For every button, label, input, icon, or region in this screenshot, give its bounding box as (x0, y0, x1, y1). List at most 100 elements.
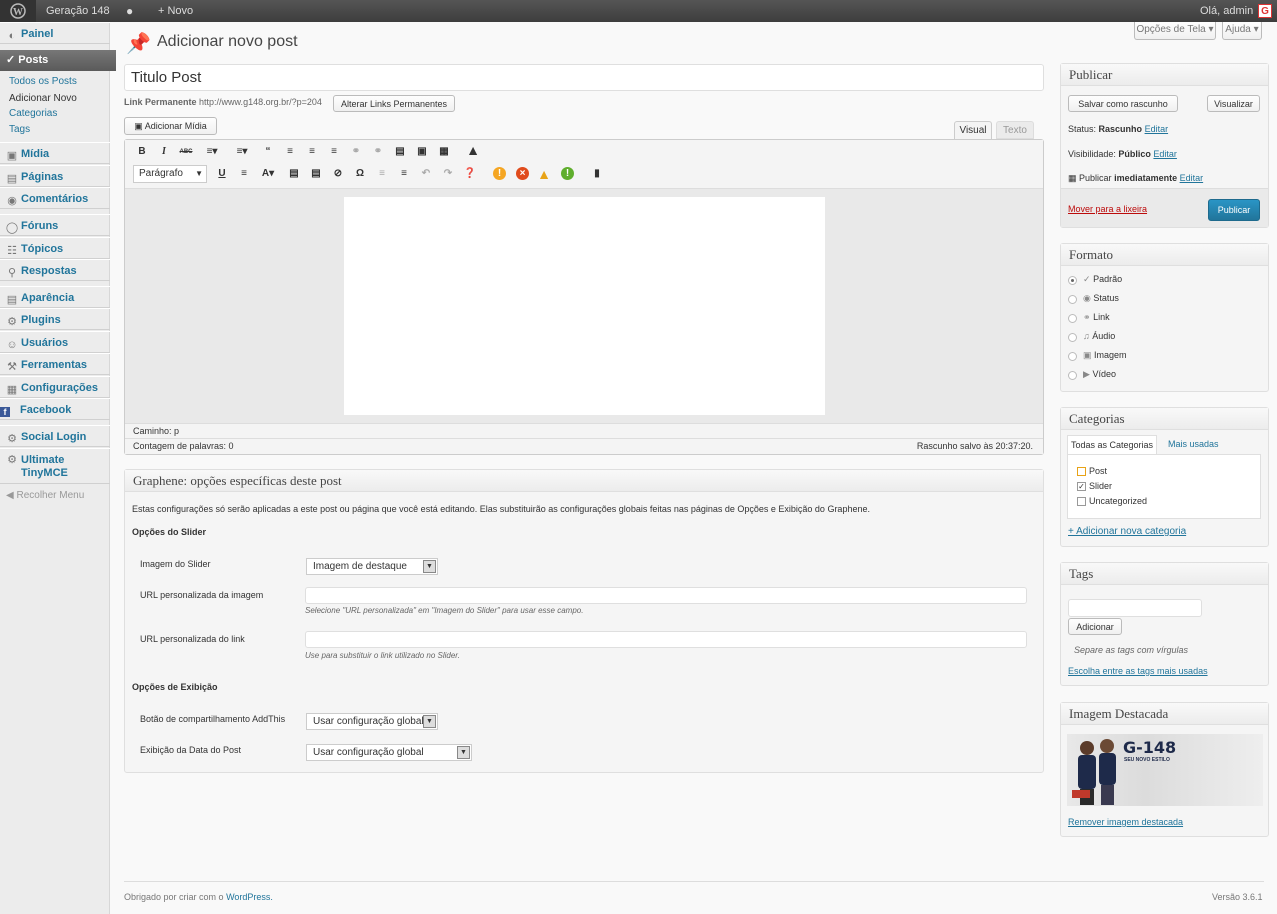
format-radio-image[interactable] (1068, 352, 1077, 361)
error-icon[interactable]: × (516, 167, 529, 180)
slider-image-select[interactable]: Imagem de destaque ▼ (306, 558, 438, 575)
redo-icon[interactable]: ↷ (441, 167, 455, 181)
add-category-link[interactable]: + Adicionar nova categoria (1068, 526, 1186, 537)
menu-ferramentas[interactable]: ⚒ Ferramentas (0, 353, 110, 375)
paste-word-icon[interactable]: ▤ (309, 167, 323, 181)
screen-options-button[interactable]: Opções de Tela ▾ (1134, 22, 1216, 40)
menu-social-login[interactable]: ⚙ Social Login (0, 425, 110, 447)
publish-button[interactable]: Publicar (1208, 199, 1260, 221)
menu-aparencia[interactable]: ▤ Aparência (0, 286, 110, 308)
format-radio-status[interactable] (1068, 295, 1077, 304)
justify-icon[interactable]: ≡ (237, 167, 251, 181)
text-color-icon[interactable]: A▾ (257, 167, 279, 181)
fullscreen-icon[interactable]: ▣ (415, 145, 429, 159)
bold-icon[interactable]: B (135, 145, 149, 159)
indent-icon[interactable]: ≡ (397, 167, 411, 181)
paste-text-icon[interactable]: ▤ (287, 167, 301, 181)
undo-icon[interactable]: ↶ (419, 167, 433, 181)
trash-link[interactable]: Mover para a lixeira (1068, 204, 1147, 214)
toolbar-toggle-icon[interactable]: ▦ (437, 145, 451, 159)
help-button[interactable]: Ajuda ▾ (1222, 22, 1262, 40)
date-display-select[interactable]: Usar configuração global ▼ (306, 744, 472, 761)
save-draft-button[interactable]: Salvar como rascunho (1068, 95, 1178, 112)
editor-content-area[interactable] (344, 197, 825, 415)
featured-image[interactable]: G-148 SEU NOVO ESTILO (1067, 734, 1263, 806)
post-title-input[interactable]: Titulo Post (124, 64, 1044, 91)
wordpress-logo-icon[interactable]: W (0, 0, 36, 22)
outdent-icon[interactable]: ≡ (375, 167, 389, 181)
add-media-button[interactable]: ▣ Adicionar Mídia (124, 117, 217, 135)
bullet-list-icon[interactable]: ≡▾ (201, 145, 223, 159)
submenu-add-new[interactable]: Adicionar Novo (9, 93, 77, 104)
submenu-tags[interactable]: Tags (9, 124, 30, 135)
remove-featured-image-link[interactable]: Remover imagem destacada (1068, 817, 1183, 827)
url-link-input[interactable] (305, 631, 1027, 648)
preview-button[interactable]: Visualizar (1207, 95, 1260, 112)
menu-configuracoes[interactable]: ▦ Configurações (0, 376, 110, 398)
help-icon[interactable]: ❓ (463, 167, 477, 181)
link-icon[interactable]: ⚭ (349, 145, 363, 159)
submenu-categories[interactable]: Categorias (9, 108, 57, 119)
tab-popular-categories[interactable]: Mais usadas (1168, 439, 1219, 449)
tags-input[interactable] (1068, 599, 1202, 617)
numbered-list-icon[interactable]: ≡▾ (231, 145, 253, 159)
menu-topicos[interactable]: ☷ Tópicos (0, 237, 110, 259)
format-radio-video[interactable] (1068, 371, 1077, 380)
notice-icon[interactable]: ! (493, 167, 506, 180)
menu-usuarios[interactable]: ☺ Usuários (0, 331, 110, 353)
categories-title[interactable]: Categorias (1061, 408, 1268, 430)
url-image-input[interactable] (305, 587, 1027, 604)
new-content-menu[interactable]: + Novo (158, 0, 193, 22)
more-tag-icon[interactable]: ▤ (393, 145, 407, 159)
edit-visibility-link[interactable]: Editar (1153, 149, 1177, 159)
format-title[interactable]: Formato (1061, 244, 1268, 266)
italic-icon[interactable]: I (157, 145, 171, 159)
format-radio-standard[interactable] (1068, 276, 1077, 285)
menu-paginas[interactable]: ▤ Páginas (0, 165, 110, 187)
menu-respostas[interactable]: ⚲ Respostas (0, 259, 110, 281)
tab-all-categories[interactable]: Todas as Categorias (1067, 435, 1158, 455)
clear-format-icon[interactable]: ⊘ (331, 167, 345, 181)
submenu-all-posts[interactable]: Todos os Posts (9, 76, 77, 87)
spy-icon[interactable]: ▲ (466, 143, 480, 157)
add-tag-button[interactable]: Adicionar (1068, 618, 1122, 635)
align-right-icon[interactable]: ≡ (327, 145, 341, 159)
strikethrough-icon[interactable]: ABC (179, 145, 193, 159)
wordpress-link[interactable]: WordPress. (226, 892, 273, 902)
menu-comentarios[interactable]: ◉ Comentários (0, 187, 110, 209)
format-select[interactable]: Parágrafo ▼ (133, 165, 207, 183)
special-char-icon[interactable]: Ω (353, 167, 367, 181)
comments-icon[interactable]: ● (126, 0, 133, 22)
tags-title[interactable]: Tags (1061, 563, 1268, 585)
menu-midia[interactable]: ▣ Mídia (0, 142, 110, 164)
site-name-link[interactable]: Geração 148 (46, 0, 110, 22)
category-checkbox-post[interactable] (1077, 467, 1086, 476)
align-left-icon[interactable]: ≡ (283, 145, 297, 159)
avatar[interactable]: G (1258, 4, 1272, 18)
menu-painel[interactable]: ◐ Painel (0, 22, 110, 44)
blockquote-icon[interactable]: “ (261, 145, 275, 159)
addthis-select[interactable]: Usar configuração global ▼ (306, 713, 438, 730)
change-permalinks-button[interactable]: Alterar Links Permanentes (333, 95, 455, 112)
format-radio-audio[interactable] (1068, 333, 1077, 342)
format-radio-link[interactable] (1068, 314, 1077, 323)
category-checkbox-slider[interactable]: ✓ (1077, 482, 1086, 491)
edit-status-link[interactable]: Editar (1145, 124, 1169, 134)
success-icon[interactable]: ! (561, 167, 574, 180)
category-checkbox-uncategorized[interactable] (1077, 497, 1086, 506)
sidebar-toggle-icon[interactable]: ▮ (590, 167, 604, 181)
align-center-icon[interactable]: ≡ (305, 145, 319, 159)
unlink-icon[interactable]: ⚭ (371, 145, 385, 159)
featured-image-title[interactable]: Imagem Destacada (1061, 703, 1268, 725)
menu-plugins[interactable]: ⚙ Plugins (0, 308, 110, 330)
graphene-options-title[interactable]: Graphene: opções específicas deste post (125, 470, 1043, 492)
choose-tags-link[interactable]: Escolha entre as tags mais usadas (1068, 666, 1208, 676)
menu-posts[interactable]: ✓ Posts (0, 50, 116, 71)
edit-schedule-link[interactable]: Editar (1180, 173, 1204, 183)
permalink-url[interactable]: http://www.g148.org.br/?p=204 (199, 97, 322, 107)
greeting-account[interactable]: Olá, admin (1200, 0, 1253, 22)
menu-foruns[interactable]: ◯ Fóruns (0, 214, 110, 236)
tab-text[interactable]: Texto (996, 121, 1034, 139)
menu-facebook[interactable]: f Facebook (0, 398, 110, 420)
tab-visual[interactable]: Visual (954, 121, 992, 140)
